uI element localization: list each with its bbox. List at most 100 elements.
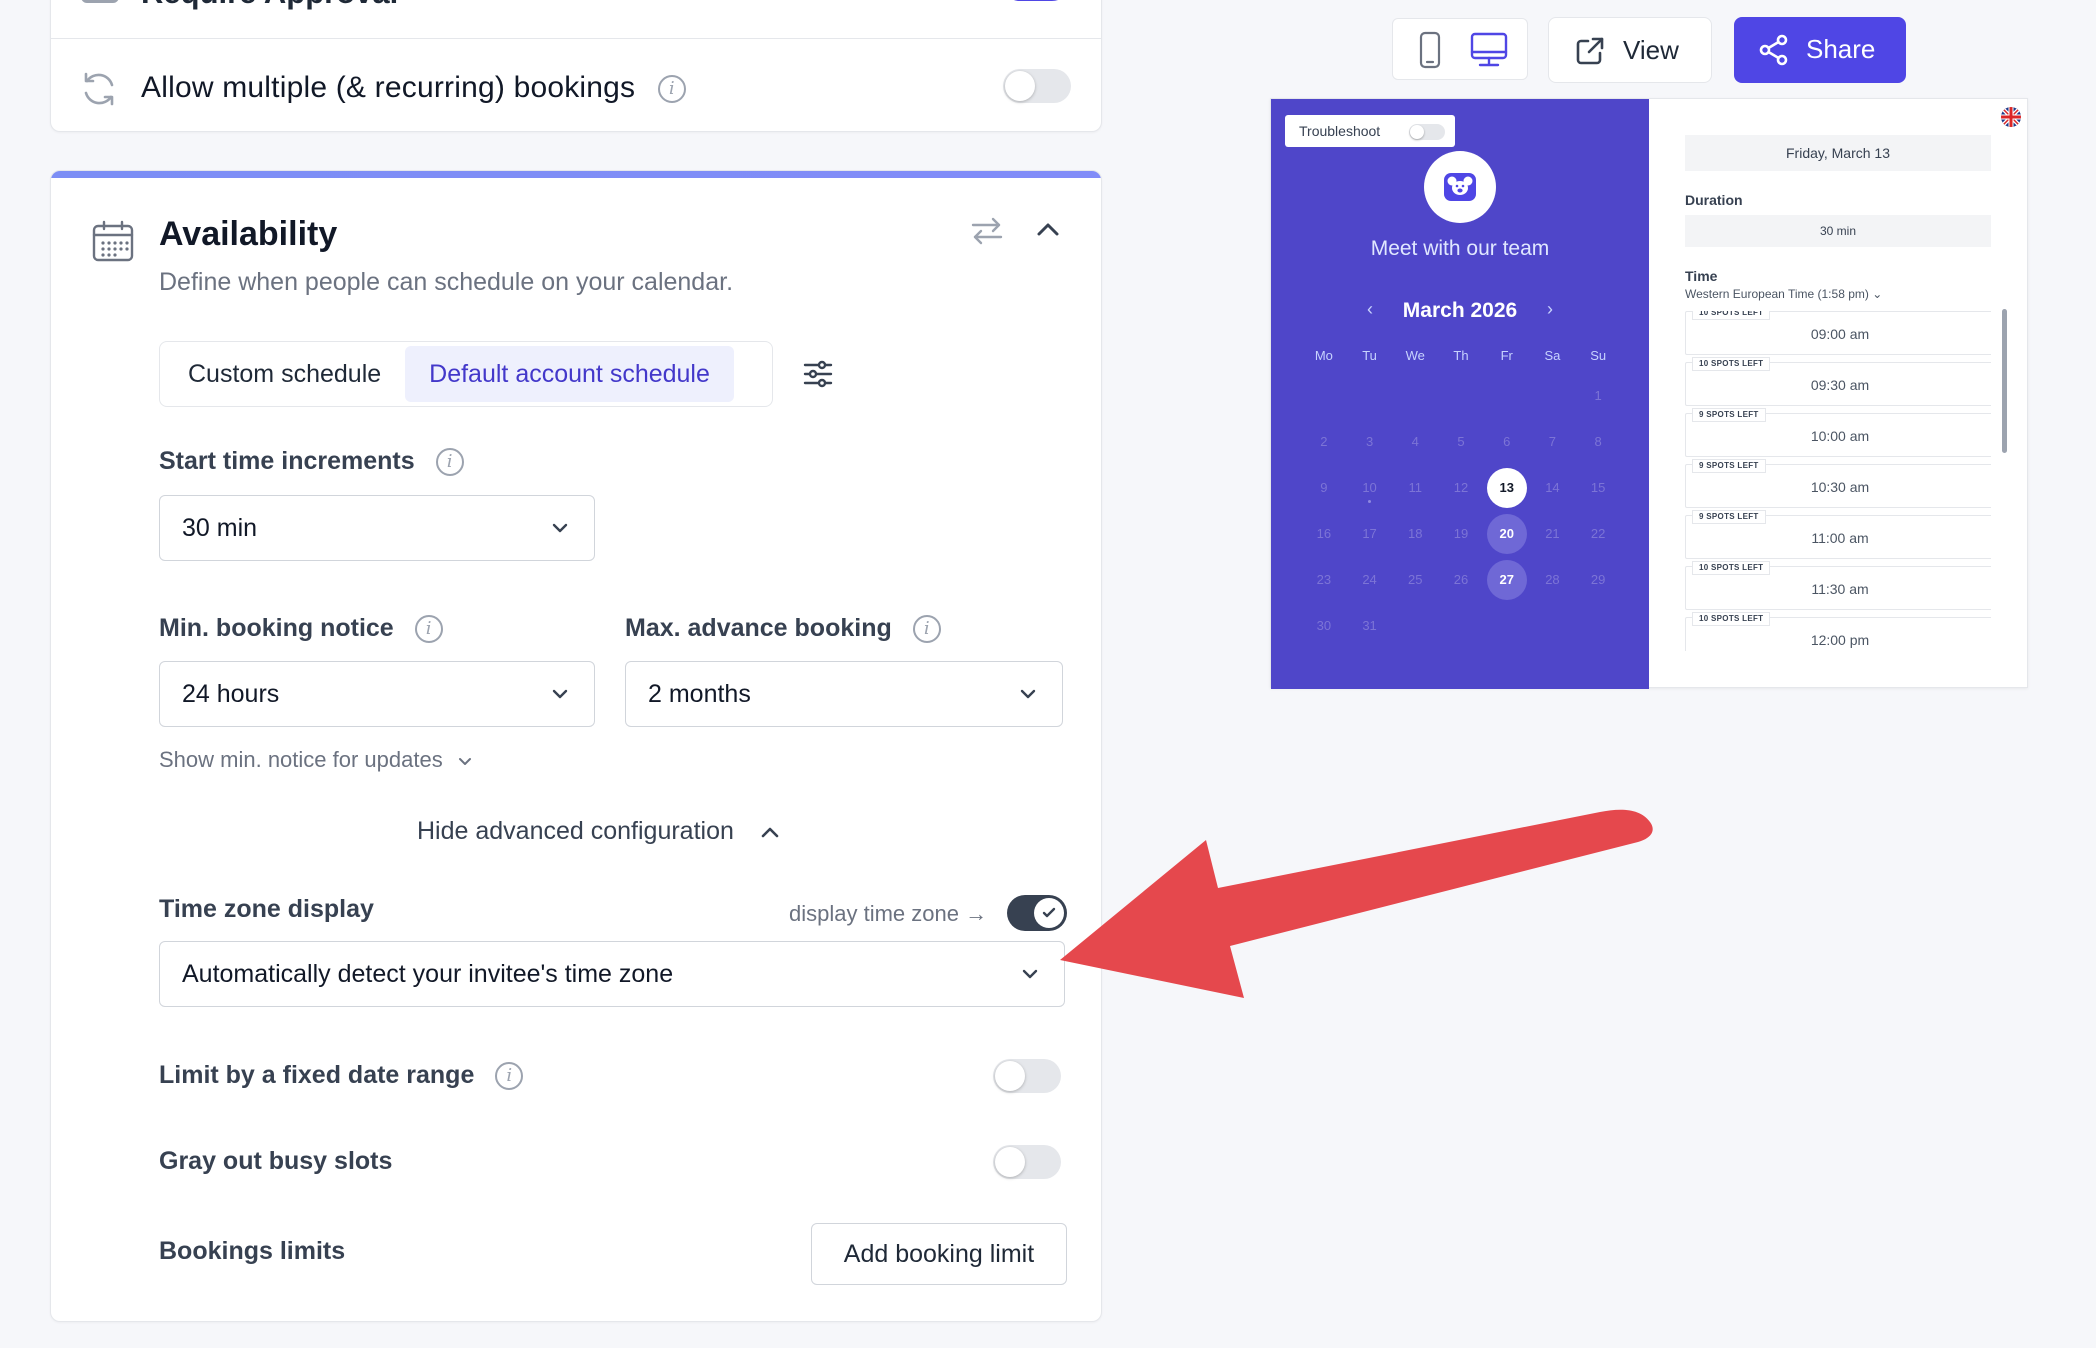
chevron-left-icon[interactable]: ‹ [1367,299,1373,320]
calendar-empty-cell [1575,603,1621,649]
preview-calendar-panel: Troubleshoot Meet with our team ‹ March … [1271,99,1649,689]
weekday-header: Mo Tu We Th Fr Sa Su [1301,348,1621,363]
info-icon[interactable]: i [414,615,443,644]
limit-date-range-label: Limit by a fixed date range [159,1061,475,1089]
slot-time: 09:30 am [1810,377,1870,393]
calendar-day[interactable]: 20 [1484,511,1530,557]
info-icon[interactable]: i [495,1062,524,1091]
gray-out-toggle[interactable] [993,1145,1061,1179]
spots-left-badge: 9 SPOTS LEFT [1692,510,1766,524]
slot-time: 09:00 am [1810,326,1870,342]
timezone-value: Automatically detect your invitee's time… [182,960,674,988]
calendar-empty-cell [1392,373,1438,419]
calendar-day: 15 [1590,480,1606,495]
calendar-week-row: 1 [1301,373,1621,419]
sliders-icon[interactable] [801,357,835,391]
time-slot[interactable]: 10 SPOTS LEFT 09:30 am [1685,357,1991,406]
max-advance-value: 2 months [648,680,751,708]
meeting-title: Meet with our team [1370,237,1550,260]
allow-multiple-label: Allow multiple (& recurring) bookings [141,71,636,104]
chevron-up-icon [761,828,779,838]
calendar-week-row: 16 17 18 19 20 21 22 [1301,511,1621,557]
calendar-day: 9 [1320,480,1328,495]
preview-timezone-select[interactable]: Western European Time (1:58 pm) ⌄ [1685,287,1882,301]
start-increments-select[interactable]: 30 min [159,495,595,561]
calendar-day: 3 [1365,434,1374,449]
slot-time: 12:00 pm [1810,632,1870,648]
calendar-day: 7 [1548,434,1557,449]
weekday-label: Sa [1544,348,1561,363]
time-slot[interactable]: 9 SPOTS LEFT 11:00 am [1685,510,1991,559]
calendar-empty-cell [1484,373,1530,419]
min-notice-select[interactable]: 24 hours [159,661,595,727]
share-icon [1759,34,1788,66]
info-icon[interactable]: i [435,448,464,477]
troubleshoot-toggle[interactable] [1409,124,1445,140]
share-button[interactable]: Share [1734,17,1906,83]
weekday-label: Fr [1500,348,1513,363]
duration-value[interactable]: 30 min [1685,215,1991,247]
calendar-day: 17 [1362,526,1377,541]
spots-left-badge: 9 SPOTS LEFT [1692,459,1766,473]
chevron-right-icon[interactable]: › [1547,299,1553,320]
weekday-label: Su [1590,348,1607,363]
tab-custom-schedule[interactable]: Custom schedule [164,346,405,402]
chevron-down-icon [458,758,471,766]
calendar-day: 22 [1590,526,1606,541]
month-label: March 2026 [1402,299,1518,322]
chevron-up-icon[interactable] [1033,215,1063,245]
time-slot[interactable]: 10 SPOTS LEFT 11:30 am [1685,561,1991,610]
hide-advanced-config-button[interactable]: Hide advanced configuration [417,817,781,846]
timezone-select[interactable]: Automatically detect your invitee's time… [159,941,1065,1007]
calendar-day[interactable]: 13 [1484,465,1530,511]
uk-flag-icon[interactable] [2001,107,2021,127]
time-slot[interactable]: 10 SPOTS LEFT 09:00 am [1685,311,1991,355]
view-button-label: View [1623,35,1679,65]
spots-left-badge: 10 SPOTS LEFT [1692,311,1771,320]
calendar-day: 18 [1408,526,1423,541]
allow-multiple-toggle[interactable] [1003,69,1071,103]
calendar-empty-cell [1392,603,1438,649]
calendar-empty-cell [1484,603,1530,649]
display-timezone-link[interactable]: display time zone → [789,901,987,927]
swap-arrows-icon[interactable] [969,213,1005,249]
calendar-empty-cell [1438,603,1484,649]
calendar-day: 10 [1347,465,1393,511]
calendar-day[interactable]: 27 [1484,557,1530,603]
time-slot[interactable]: 9 SPOTS LEFT 10:00 am [1685,408,1991,457]
add-booking-limit-button[interactable]: Add booking limit [811,1223,1067,1285]
info-icon[interactable]: i [912,615,941,644]
calendar-day: 31 [1362,618,1377,633]
calendar-day: 14 [1545,480,1560,495]
slots-scrollbar[interactable] [2002,309,2007,453]
calendar-day: 4 [1411,434,1419,449]
booking-page-preview: Troubleshoot Meet with our team ‹ March … [1270,98,2028,689]
weekday-label: Tu [1362,348,1377,363]
desktop-icon[interactable] [1469,31,1509,69]
limit-date-range-toggle[interactable] [993,1059,1061,1093]
calendar-week-row: 23 24 25 26 27 28 29 [1301,557,1621,603]
time-slot-list: 10 SPOTS LEFT 09:00 am 10 SPOTS LEFT 09:30 … [1685,311,1991,651]
time-slot[interactable]: 9 SPOTS LEFT 10:30 am [1685,459,1991,508]
timezone-display-toggle[interactable] [1007,895,1067,931]
troubleshoot-switch[interactable]: Troubleshoot [1285,115,1455,147]
time-label: Time [1685,268,1718,284]
min-notice-value: 24 hours [182,680,280,708]
approval-icon [81,0,119,3]
require-approval-toggle[interactable] [1001,0,1071,1]
info-icon[interactable]: i [657,75,686,104]
max-advance-select[interactable]: 2 months [625,661,1063,727]
view-button[interactable]: View [1548,17,1712,83]
show-min-notice-link[interactable]: Show min. notice for updates [159,747,473,773]
spots-left-badge: 10 SPOTS LEFT [1692,612,1771,626]
device-switcher [1392,18,1528,80]
availability-subtitle: Define when people can schedule on your … [159,268,734,296]
slot-time: 10:30 am [1810,479,1870,495]
calendar-day: 1 [1594,388,1602,403]
external-link-icon [1576,37,1604,65]
tab-default-account-schedule[interactable]: Default account schedule [405,346,734,402]
mobile-icon[interactable] [1419,31,1441,69]
calendar-icon [92,220,134,262]
time-slot[interactable]: 10 SPOTS LEFT 12:00 pm [1685,612,1991,651]
schedule-type-segment: Custom schedule Default account schedule [159,341,773,407]
